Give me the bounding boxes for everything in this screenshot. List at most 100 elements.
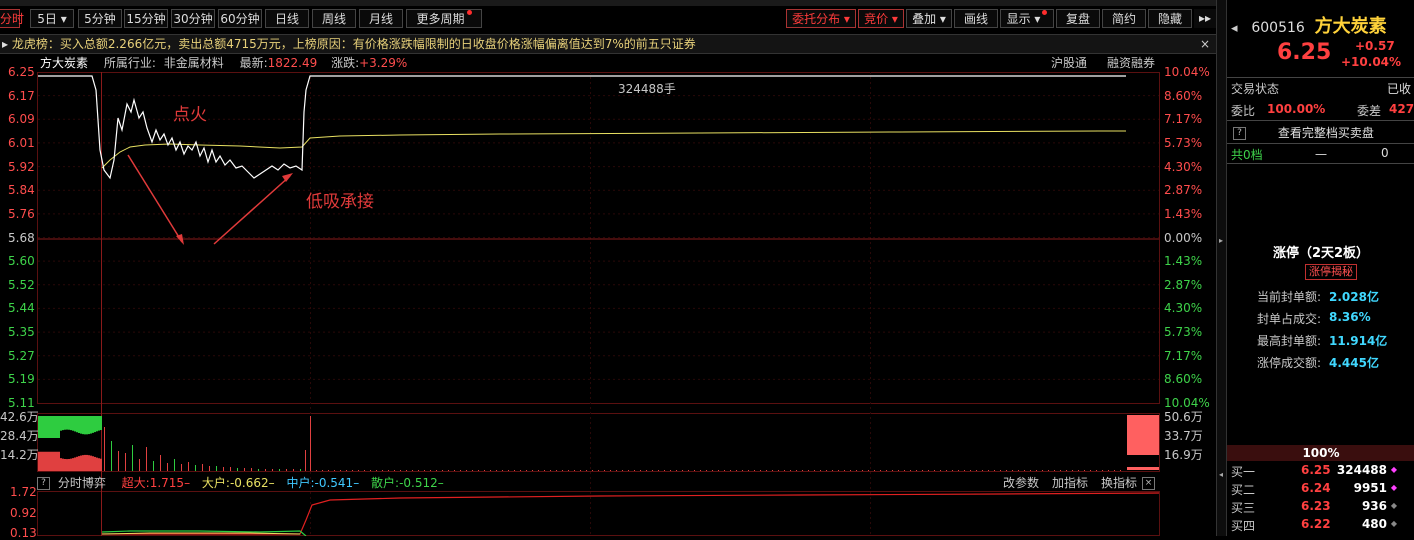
bid-ask-strength-bar: 100%: [1227, 445, 1414, 461]
bid-volume: 480: [1361, 517, 1387, 531]
pct-axis-tick: 1.43%: [1164, 206, 1203, 221]
ratio-value: 100.00%: [1267, 102, 1326, 116]
diamond-icon: ◆: [1390, 483, 1397, 492]
annotation-dip-buy: 低吸承接: [306, 192, 374, 212]
status-value: 已收: [1387, 82, 1412, 96]
divider: [1227, 77, 1414, 78]
price-axis-tick: 5.60: [8, 254, 35, 269]
grid-lines: [38, 72, 1159, 536]
price-change-pct: +10.04%: [1341, 55, 1402, 69]
divider: [1227, 120, 1414, 121]
bid-price: 6.23: [1301, 499, 1331, 513]
diff-label: 委差: [1357, 104, 1382, 118]
price-axis-tick: 5.11: [8, 396, 35, 410]
status-row: 交易状态 已收: [1227, 80, 1414, 97]
price-row: 6.25 +0.57 +10.04%: [1227, 39, 1414, 70]
edit-params-button[interactable]: 改参数: [1003, 474, 1039, 492]
levels-row: 共0档 一 0: [1227, 146, 1414, 163]
price-axis-tick: 5.52: [8, 277, 35, 292]
diff-value: 4278: [1389, 102, 1414, 116]
quote-title-row: ◂ 600516 方大炭素: [1227, 12, 1414, 38]
intraday-chart: [37, 72, 1160, 536]
annotation-ignite: 点火: [173, 105, 207, 125]
close-icon[interactable]: ×: [1142, 477, 1155, 490]
pct-axis-tick: 8.60%: [1164, 372, 1203, 387]
current-price: 6.25: [1277, 40, 1332, 65]
bid-label: 买四: [1231, 519, 1256, 533]
full-book-row[interactable]: ? 查看完整档买卖盘: [1227, 124, 1414, 141]
pct-axis-tick: 5.73%: [1164, 135, 1203, 150]
bid-price: 6.25: [1301, 463, 1331, 477]
vol-axis-left-2: 14.2万: [0, 448, 39, 462]
pct-axis-tick: 1.43%: [1164, 254, 1203, 269]
pct-axis-tick: 7.17%: [1164, 348, 1203, 363]
switch-indicator-button[interactable]: 换指标: [1101, 474, 1137, 492]
view-full-book-link[interactable]: 查看完整档买卖盘: [1278, 126, 1374, 140]
divider: [1227, 143, 1414, 144]
super-large-value: 超大:1.715: [121, 476, 185, 490]
stat-value: 4.445亿: [1329, 356, 1379, 370]
volume-marker: 324488手: [618, 82, 676, 96]
expand-arrow-icon[interactable]: ◂: [1219, 470, 1223, 479]
help-icon[interactable]: ?: [37, 477, 50, 490]
price-axis-tick: 5.27: [8, 348, 35, 363]
quote-panel: ◂ 600516 方大炭素 6.25 +0.57 +10.04% 交易状态 已收…: [1226, 0, 1414, 536]
pct-axis-tick: 10.04%: [1164, 65, 1210, 79]
closing-auction-volume-bar: [1127, 415, 1159, 455]
flow-axis-1: 0.92: [10, 506, 37, 520]
levels-label: 共0档: [1231, 148, 1263, 162]
flow-indicator-header: ? 分时博弈 超大:1.715– 大户:-0.662– 中户:-0.541– 散…: [37, 474, 1159, 492]
prev-arrow-icon[interactable]: ◂: [1231, 21, 1238, 36]
pct-axis-tick: 7.17%: [1164, 112, 1203, 127]
volume-bars: [38, 416, 1121, 471]
pct-axis-tick: 8.60%: [1164, 88, 1203, 103]
pct-axis-tick: 10.04%: [1164, 396, 1210, 410]
status-label: 交易状态: [1231, 82, 1280, 96]
arrow-down-icon: [127, 154, 183, 243]
diamond-icon: ◆: [1390, 519, 1397, 528]
vol-axis-right-1: 33.7万: [1164, 429, 1203, 443]
add-indicator-button[interactable]: 加指标: [1052, 474, 1088, 492]
stat-value: 2.028亿: [1329, 290, 1379, 304]
diamond-icon: ◆: [1390, 501, 1397, 510]
levels-dash: 一: [1315, 148, 1328, 162]
pct-axis-tick: 2.87%: [1164, 277, 1203, 292]
divider: [1227, 163, 1414, 164]
flow-title: 分时博弈: [57, 476, 106, 490]
price-axis-tick: 5.92: [8, 159, 35, 174]
stat-value: 8.36%: [1329, 310, 1371, 324]
price-line: [38, 75, 1126, 180]
levels-value: 0: [1381, 146, 1389, 160]
pct-axis-tick: 5.73%: [1164, 325, 1203, 340]
flow-axis-2: 0.13: [10, 526, 37, 540]
vol-axis-left-0: 42.6万: [0, 410, 39, 424]
pct-axis-tick: 4.30%: [1164, 159, 1203, 174]
retail-value: 散户:-0.512: [371, 476, 438, 490]
flow-axis-0: 1.72: [10, 485, 37, 499]
price-axis-tick: 5.84: [8, 183, 35, 198]
help-icon[interactable]: ?: [1233, 127, 1246, 140]
bid-label: 买三: [1231, 501, 1256, 515]
stat-label: 涨停成交额:: [1257, 356, 1322, 370]
vol-axis-left-1: 28.4万: [0, 429, 39, 443]
price-axis-tick: 6.17: [8, 88, 35, 103]
pct-axis-tick: 0.00%: [1164, 230, 1203, 245]
panel-scrollbar[interactable]: ▸ ◂: [1216, 0, 1226, 536]
arrow-up-head-icon: [282, 173, 293, 182]
mid-value: 中户:-0.541: [286, 476, 354, 490]
collapse-arrow-icon[interactable]: ▸: [1219, 236, 1223, 245]
price-axis-tick: 6.09: [8, 112, 35, 127]
stat-label: 最高封单额:: [1257, 334, 1322, 348]
limit-up-reveal-button[interactable]: 涨停揭秘: [1305, 264, 1357, 280]
price-axis-tick: 5.35: [8, 325, 35, 340]
price-axis-tick: 5.68: [8, 230, 35, 245]
flow-panel-frame: [37, 491, 1160, 536]
vol-axis-right-2: 16.9万: [1164, 448, 1203, 462]
average-price-line: [101, 130, 1126, 169]
bid-label: 买一: [1231, 465, 1256, 479]
ratio-label: 委比: [1231, 104, 1256, 118]
stock-name-title: 方大炭素: [1314, 16, 1387, 37]
price-axis-tick: 5.76: [8, 206, 35, 221]
price-axis-tick: 6.25: [8, 65, 35, 79]
price-change: +0.57: [1355, 39, 1395, 53]
